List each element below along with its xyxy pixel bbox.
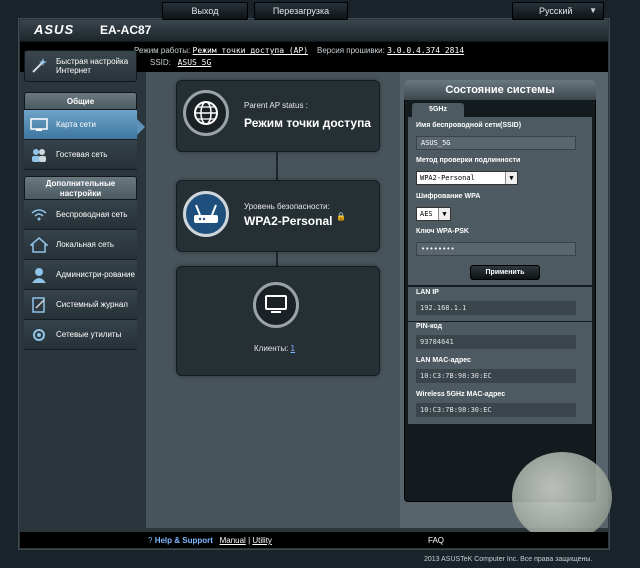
connector-line: [276, 252, 278, 266]
monitor-icon: [253, 282, 299, 328]
home-icon: [28, 234, 50, 256]
parent-ap-label: Parent AP status :: [244, 101, 308, 110]
ssid-link[interactable]: ASUS_5G: [178, 58, 212, 67]
chevron-down-icon: ▼: [438, 208, 450, 220]
sidebar-item-label: Карта сети: [56, 120, 96, 129]
security-value: WPA2-Personal: [244, 214, 333, 228]
firmware-link[interactable]: 3.0.0.4.374_2814: [387, 46, 464, 55]
status-title: Состояние системы: [404, 80, 596, 100]
network-map-icon: [28, 114, 50, 136]
ssid-label: SSID:: [150, 58, 171, 67]
lock-icon: 🔒: [336, 212, 346, 221]
help-link-group: ? Help & Support Manual | Utility: [148, 536, 272, 545]
help-support-label: Help & Support: [154, 536, 213, 545]
firmware-label: Версия прошивки:: [317, 46, 385, 55]
wpa-encryption-value: AES: [420, 210, 433, 218]
sidebar-item-wireless[interactable]: Беспроводная сеть: [24, 200, 137, 230]
auth-method-label: Метод проверки подлинности: [416, 157, 521, 164]
quick-setup-button[interactable]: Быстрая настройка Интернет: [24, 51, 137, 81]
tools-icon: [28, 324, 50, 346]
sidebar-item-network-map[interactable]: Карта сети: [24, 110, 137, 140]
clients-count-link[interactable]: 1: [291, 344, 295, 353]
auth-method-select[interactable]: WPA2-Personal ▼: [416, 171, 518, 185]
guest-network-icon: [28, 144, 50, 166]
mode-label: Режим работы:: [134, 46, 191, 55]
wpa-encryption-select[interactable]: AES ▼: [416, 207, 451, 221]
wpa-key-input[interactable]: ••••••••: [416, 242, 576, 256]
footer-bar: [20, 532, 608, 548]
copyright-text: 2013 ASUSTeK Computer Inc. Все права защ…: [424, 556, 593, 563]
sidebar-item-administration[interactable]: Администри-рование: [24, 260, 137, 290]
utility-link[interactable]: Utility: [252, 536, 272, 545]
chevron-down-icon: ▼: [589, 6, 597, 15]
connector-line: [276, 152, 278, 180]
log-icon: [28, 294, 50, 316]
watermark-logo: [512, 452, 612, 542]
magic-wand-icon: [28, 55, 50, 77]
advanced-header: Дополнительные настройки: [24, 176, 137, 200]
top-bar: ASUS EA-AC87: [20, 20, 608, 42]
sidebar-item-network-tools[interactable]: Сетевые утилиты: [24, 320, 137, 350]
sidebar-item-guest-network[interactable]: Гостевая сеть: [24, 140, 137, 170]
help-icon: ?: [148, 536, 153, 545]
reboot-button[interactable]: Перезагрузка: [254, 2, 348, 20]
model-name: EA-AC87: [100, 23, 152, 37]
parent-ap-value: Режим точки доступа: [244, 116, 371, 130]
apply-button[interactable]: Применить: [470, 265, 540, 280]
asus-logo: ASUS: [34, 22, 75, 37]
general-header: Общие: [24, 92, 137, 110]
lan-ip-label: LAN IP: [416, 289, 439, 296]
ssid-field-label: Имя беспроводной сети(SSID): [416, 122, 522, 129]
wpa-encryption-label: Шифрование WPA: [416, 193, 481, 200]
active-indicator: [137, 119, 145, 135]
lan-mac-value: 10:C3:7B:98:30:EC: [416, 369, 576, 383]
wireless-icon: [28, 204, 50, 226]
wl-mac-label: Wireless 5GHz MAC-адрес: [416, 391, 506, 398]
ssid-line: SSID: ASUS_5G: [150, 58, 211, 67]
wpa-key-label: Ключ WPA-PSK: [416, 228, 469, 235]
sidebar-item-label: Гостевая сеть: [56, 150, 108, 159]
quick-setup-label: Быстрая настройка Интернет: [56, 57, 129, 75]
clients-label: Клиенты:: [254, 344, 289, 353]
security-label: Уровень безопасности:: [244, 202, 330, 211]
footer-separator: |: [248, 536, 251, 545]
wl-mac-value: 10:C3:7B:98:30:EC: [416, 403, 576, 417]
chevron-down-icon: ▼: [505, 172, 517, 184]
language-select[interactable]: Русский ▼: [512, 2, 604, 20]
sidebar-item-label: Беспроводная сеть: [56, 210, 128, 219]
pin-value: 93784641: [416, 335, 576, 349]
sidebar-item-label: Системный журнал: [56, 300, 128, 309]
lan-ip-value: 192.168.1.1: [416, 301, 576, 315]
user-icon: [28, 264, 50, 286]
mode-line: Режим работы: Режим точки доступа (AP) В…: [134, 46, 464, 55]
auth-method-value: WPA2-Personal: [420, 174, 475, 182]
globe-icon: [183, 90, 229, 136]
tab-5ghz[interactable]: 5GHz: [412, 103, 464, 117]
faq-link[interactable]: FAQ: [428, 536, 444, 545]
sidebar-item-label: Администри-рование: [56, 270, 135, 279]
clients-line: Клиенты: 1: [254, 344, 295, 353]
sidebar-item-lan[interactable]: Локальная сеть: [24, 230, 137, 260]
mode-value-link[interactable]: Режим точки доступа (AP): [193, 46, 309, 55]
lan-mac-label: LAN MAC-адрес: [416, 357, 471, 364]
sidebar-item-label: Локальная сеть: [56, 240, 115, 249]
sidebar-item-system-log[interactable]: Системный журнал: [24, 290, 137, 320]
router-icon: [183, 191, 229, 237]
language-value: Русский: [539, 6, 573, 16]
logout-button[interactable]: Выход: [162, 2, 248, 20]
ssid-input[interactable]: ASUS_5G: [416, 136, 576, 150]
sidebar-item-label: Сетевые утилиты: [56, 330, 122, 339]
manual-link[interactable]: Manual: [220, 536, 246, 545]
pin-label: PIN-код: [416, 323, 443, 330]
